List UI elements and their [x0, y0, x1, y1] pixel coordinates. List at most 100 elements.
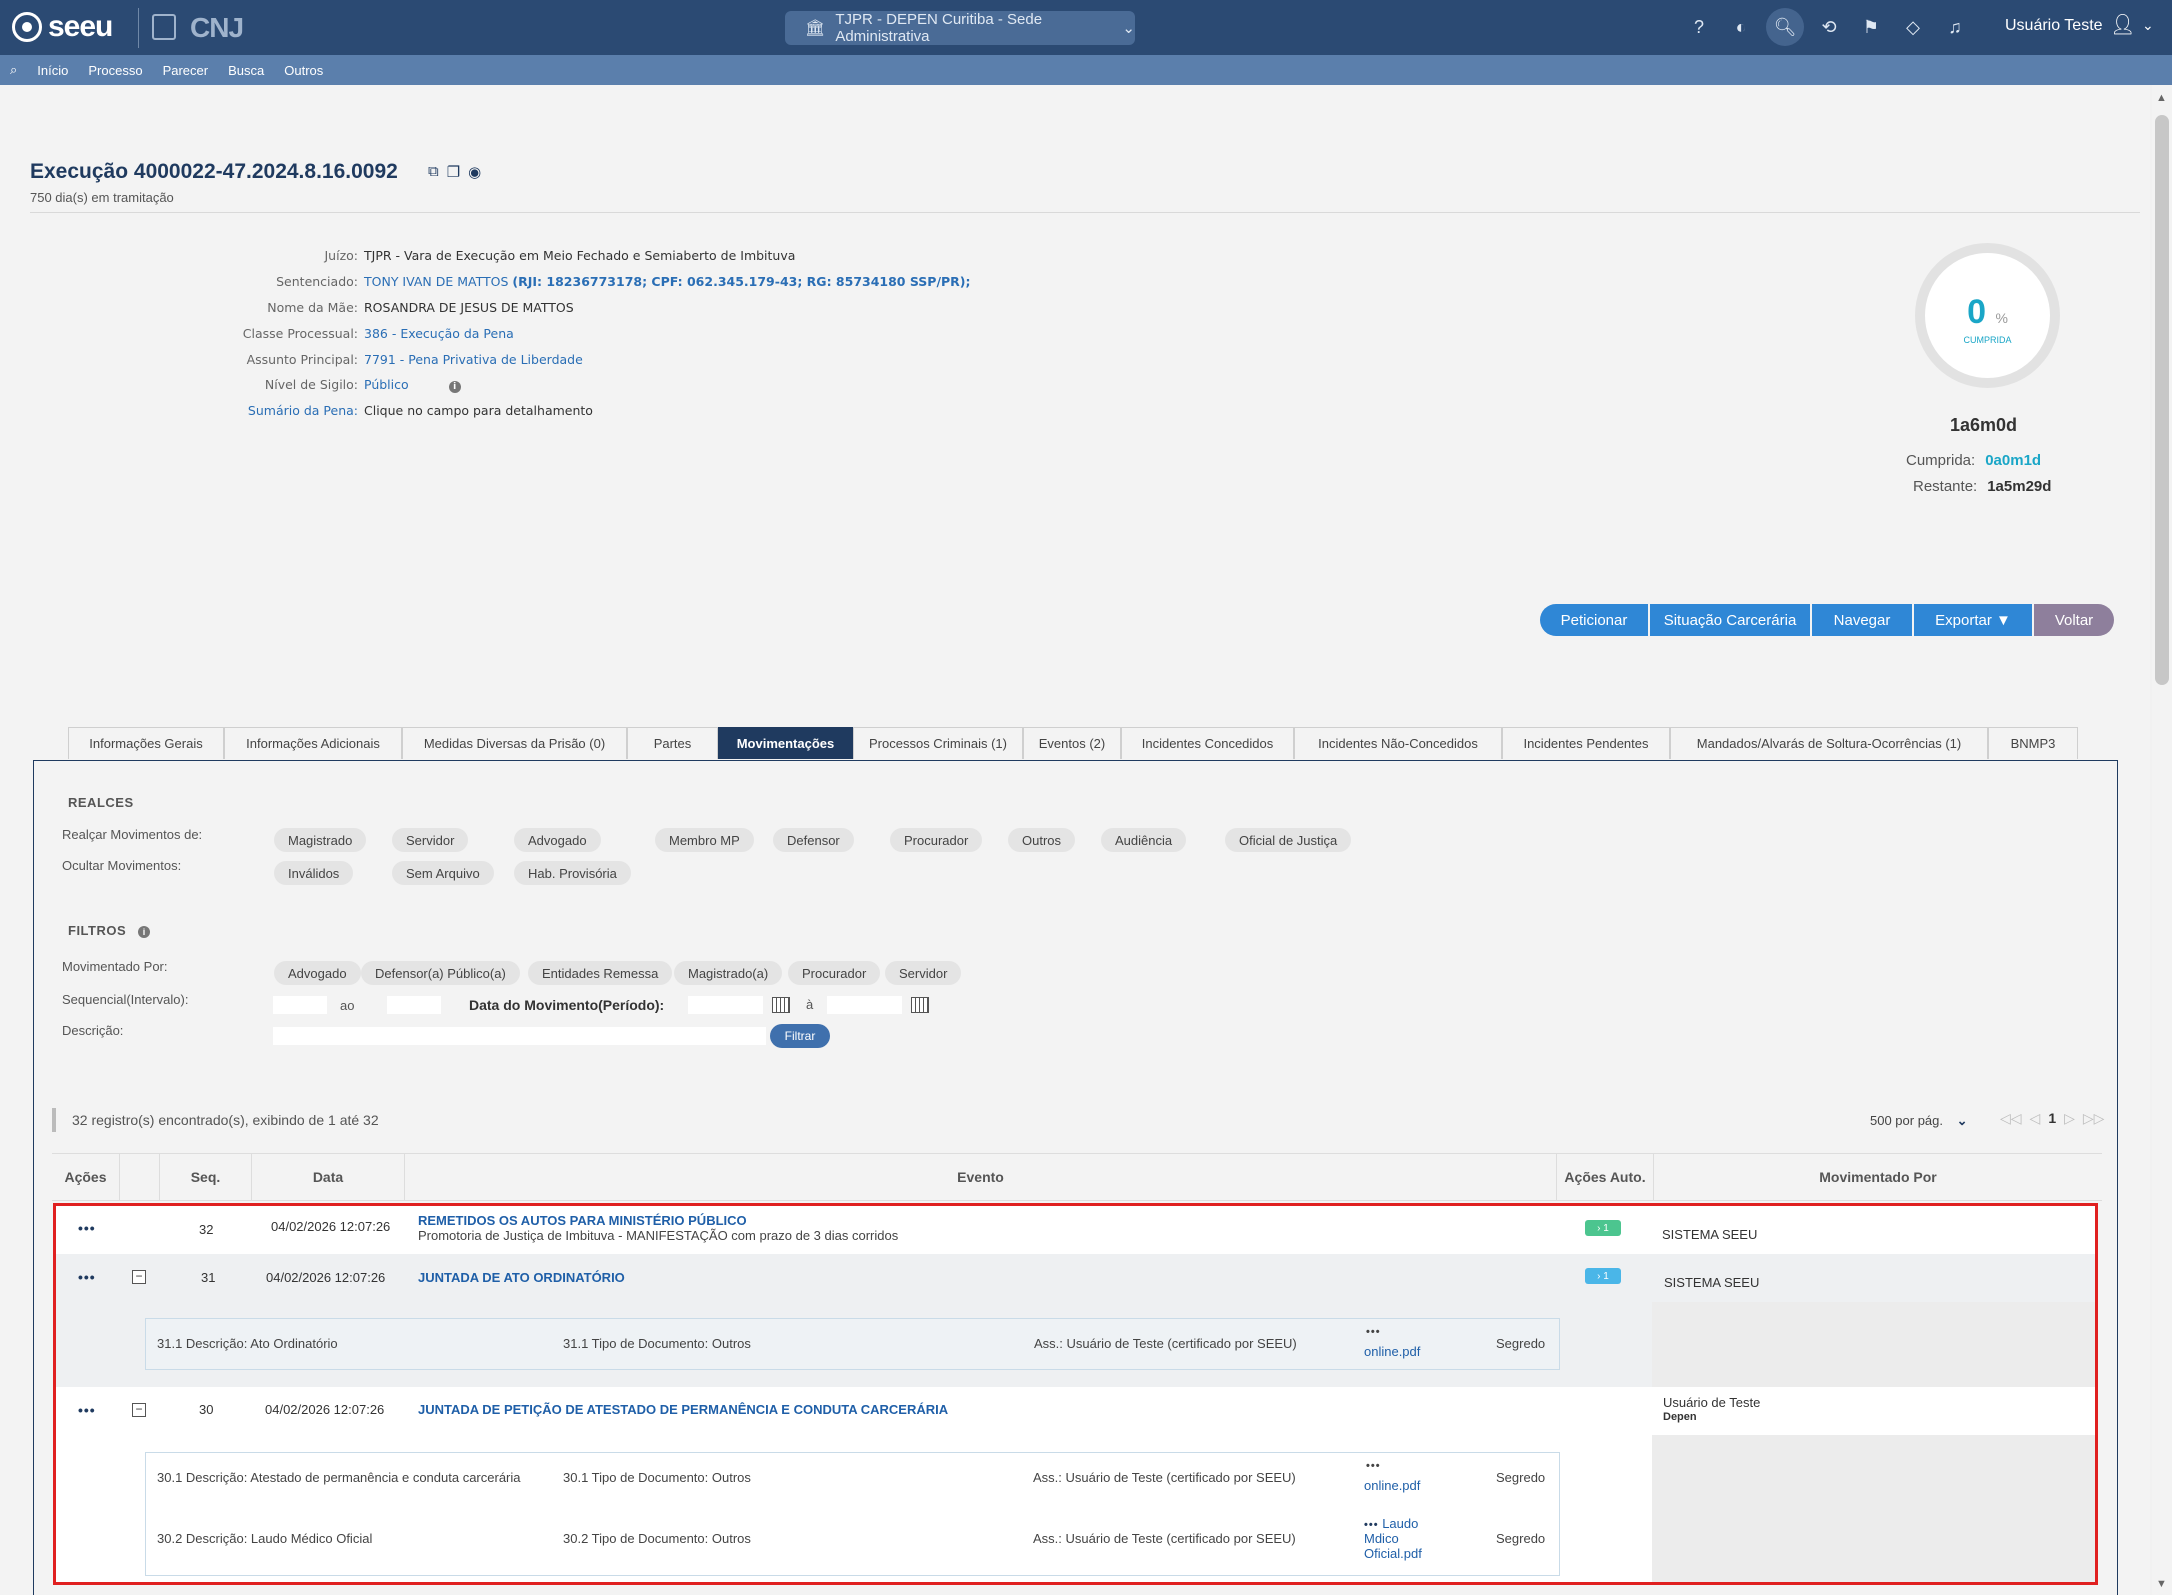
ocultar-chip-sem-arquivo[interactable]: Sem Arquivo — [392, 861, 494, 885]
peticionar-button[interactable]: Peticionar — [1540, 604, 1648, 636]
pena-percent: 0 — [1967, 293, 1986, 331]
user-name[interactable]: Usuário Teste — [2005, 17, 2103, 35]
col-evento: Evento — [405, 1154, 1557, 1200]
filtro-chip-defensor-publico[interactable]: Defensor(a) Público(a) — [361, 961, 520, 985]
next-page-icon[interactable]: ▷ — [2064, 1110, 2075, 1127]
results-summary: 32 registro(s) encontrado(s), exibindo d… — [52, 1108, 379, 1132]
gauge-label: CUMPRIDA — [1963, 335, 2012, 345]
tab-incidentes-pendentes[interactable]: Incidentes Pendentes — [1502, 727, 1670, 759]
col-movimentado-por: Movimentado Por — [1819, 1169, 1937, 1185]
tab-processos-criminais[interactable]: Processos Criminais (1) — [853, 727, 1023, 759]
tab-partes[interactable]: Partes — [627, 727, 718, 759]
tab-eventos[interactable]: Eventos (2) — [1023, 727, 1121, 759]
filtro-chip-advogado[interactable]: Advogado — [274, 961, 361, 985]
user-menu-chevron-icon[interactable]: ⌄ — [2142, 17, 2154, 34]
tag-icon[interactable]: ◇ — [1896, 8, 1930, 46]
descricao-input[interactable] — [273, 1027, 766, 1045]
date-from-input[interactable] — [688, 996, 763, 1014]
tab-incidentes-concedidos[interactable]: Incidentes Concedidos — [1121, 727, 1294, 759]
seq-from-input[interactable] — [273, 996, 327, 1014]
ocultar-chip-invalidos[interactable]: Inválidos — [274, 861, 354, 885]
exportar-button[interactable]: Exportar ▼ — [1914, 604, 2032, 636]
filtro-chip-entidades-remessa[interactable]: Entidades Remessa — [528, 961, 673, 985]
navegar-button[interactable]: Navegar — [1812, 604, 1912, 636]
tab-medidas-diversas[interactable]: Medidas Diversas da Prisão (0) — [402, 727, 627, 759]
voltar-button[interactable]: Voltar — [2034, 604, 2114, 636]
current-page[interactable]: 1 — [2048, 1110, 2056, 1127]
pena-gauge: 0 % CUMPRIDA — [1915, 243, 2060, 388]
nav-item-processo[interactable]: Processo — [88, 63, 142, 78]
filtro-chip-procurador[interactable]: Procurador — [788, 961, 881, 985]
copy-link-icon[interactable]: ⧉ — [428, 163, 439, 181]
sigilo-link[interactable]: Público — [364, 377, 409, 392]
sumario-label[interactable]: Sumário da Pena: — [200, 403, 364, 418]
history-icon[interactable]: ⟲ — [1812, 8, 1846, 46]
realce-chip-procurador[interactable]: Procurador — [890, 828, 983, 852]
copy-icon[interactable]: ❐ — [447, 163, 460, 181]
filtros-info-icon[interactable]: i — [138, 926, 151, 938]
sequencial-label: Sequencial(Intervalo): — [62, 992, 189, 1007]
realce-chip-oficial-justica[interactable]: Oficial de Justiça — [1225, 828, 1352, 852]
info-circle-icon[interactable]: ◉ — [468, 163, 481, 181]
realces-title: REALCES — [68, 795, 134, 810]
date-to-input[interactable] — [827, 996, 902, 1014]
info-icon[interactable]: i — [448, 380, 461, 393]
realce-chip-servidor[interactable]: Servidor — [392, 828, 469, 852]
nav-item-busca[interactable]: Busca — [228, 63, 264, 78]
help-icon[interactable]: ? — [1682, 8, 1716, 46]
scroll-up-icon[interactable]: ▲ — [2156, 92, 2167, 104]
ocultar-chip-hab-provisoria[interactable]: Hab. Provisória — [514, 861, 631, 885]
seeu-logo-icon — [12, 12, 42, 42]
prev-page-icon[interactable]: ◁ — [2030, 1110, 2041, 1127]
realce-chip-defensor[interactable]: Defensor — [773, 828, 854, 852]
scroll-down-icon[interactable]: ▼ — [2156, 1578, 2167, 1590]
realce-chip-advogado[interactable]: Advogado — [514, 828, 601, 852]
cnj-logo-icon — [152, 14, 176, 40]
realce-chip-magistrado[interactable]: Magistrado — [274, 828, 367, 852]
seq-to-input[interactable] — [387, 996, 441, 1014]
sentenciado-docs: (RJI: 18236773178; CPF: 062.345.179-43; … — [512, 274, 971, 290]
realcar-label: Realçar Movimentos de: — [62, 827, 203, 842]
filtro-chip-magistrado[interactable]: Magistrado(a) — [674, 961, 783, 985]
realce-chip-outros[interactable]: Outros — [1008, 828, 1076, 852]
page-size-select[interactable]: 500 por pág. ⌄ — [1870, 1113, 1968, 1129]
first-page-icon[interactable]: ◁◁ — [2000, 1110, 2022, 1127]
nav-item-inicio[interactable]: Início — [37, 63, 68, 78]
assunto-link[interactable]: 7791 - Pena Privativa de Liberdade — [364, 352, 583, 367]
realce-chip-audiencia[interactable]: Audiência — [1101, 828, 1187, 852]
nav-search-icon[interactable]: ⌕ — [10, 62, 17, 78]
tab-mandados-alvaras[interactable]: Mandados/Alvarás de Soltura-Ocorrências … — [1670, 727, 1988, 759]
user-avatar-icon[interactable]: 👤︎ — [2110, 12, 2135, 42]
sumario-value[interactable]: Clique no campo para detalhamento — [364, 403, 593, 418]
seeu-logo[interactable]: seeu — [12, 10, 113, 44]
bell-icon[interactable]: ♫ — [1938, 8, 1972, 46]
main-nav: ⌕ Início Processo Parecer Busca Outros — [0, 55, 2172, 85]
tab-informacoes-adicionais[interactable]: Informações Adicionais — [224, 727, 402, 759]
tab-incidentes-nao-concedidos[interactable]: Incidentes Não-Concedidos — [1294, 727, 1502, 759]
tab-movimentacoes[interactable]: Movimentações — [718, 727, 853, 759]
title-divider — [30, 212, 2140, 213]
tab-bnmp3[interactable]: BNMP3 — [1988, 727, 2078, 759]
last-page-icon[interactable]: ▷▷ — [2083, 1110, 2105, 1127]
ao-label: ao — [340, 998, 355, 1013]
nav-item-outros[interactable]: Outros — [284, 63, 323, 78]
org-select[interactable]: 🏛 TJPR - DEPEN Curitiba - Sede Administr… — [785, 11, 1135, 45]
realce-chip-membro-mp[interactable]: Membro MP — [655, 828, 754, 852]
calendar-icon[interactable] — [911, 997, 929, 1013]
classe-link[interactable]: 386 - Execução da Pena — [364, 326, 514, 341]
contrast-icon[interactable]: ◐ — [1724, 8, 1758, 46]
col-data[interactable]: Data — [252, 1154, 405, 1200]
filtrar-button[interactable]: Filtrar — [770, 1024, 830, 1048]
scrollbar-thumb[interactable] — [2155, 115, 2169, 685]
tab-informacoes-gerais[interactable]: Informações Gerais — [68, 727, 224, 759]
situacao-carceraria-button[interactable]: Situação Carcerária — [1650, 604, 1810, 636]
nav-item-parecer[interactable]: Parecer — [163, 63, 209, 78]
sentenciado-link[interactable]: TONY IVAN DE MATTOS — [364, 274, 508, 289]
search-icon[interactable]: 🔍︎ — [1766, 8, 1804, 46]
calendar-icon[interactable] — [772, 997, 790, 1013]
juizo-value: TJPR - Vara de Execução em Meio Fechado … — [364, 248, 796, 264]
top-header: seeu CNJ 🏛 TJPR - DEPEN Curitiba - Sede … — [0, 0, 2172, 55]
filtro-chip-servidor[interactable]: Servidor — [885, 961, 962, 985]
bookmark-icon[interactable]: ⚑ — [1854, 8, 1888, 46]
col-seq[interactable]: Seq. — [160, 1154, 252, 1200]
